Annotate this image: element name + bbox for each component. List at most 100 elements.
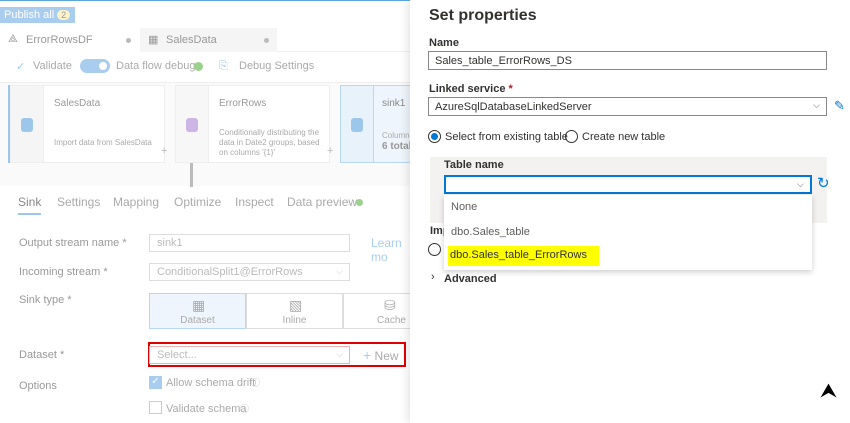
output-stream-label: Output stream name *	[19, 237, 127, 249]
select-value: AzureSqlDatabaseLinkedServer	[435, 101, 592, 113]
tab-salesdata[interactable]: ▦ SalesData	[140, 28, 277, 52]
chevron-right-icon[interactable]: ›	[431, 271, 435, 283]
output-stream-input[interactable]: sink1	[149, 234, 350, 252]
sink-type-label: Sink type *	[19, 294, 72, 306]
name-input[interactable]: Sales_table_ErrorRows_DS	[428, 51, 827, 70]
inline-icon: ▧	[289, 297, 303, 313]
node-title: SalesData	[54, 98, 101, 109]
dataset-select[interactable]: Select... ⌵	[149, 346, 350, 364]
advanced-toggle[interactable]: Advanced	[444, 273, 497, 285]
tab-sink[interactable]: Sink	[18, 195, 42, 215]
table-icon: ▦	[148, 34, 159, 46]
cache-icon: ⛁	[384, 297, 396, 313]
learn-more-link[interactable]: Learn mo	[371, 236, 410, 264]
status-ok-icon	[194, 62, 203, 71]
tab-settings[interactable]: Settings	[57, 195, 100, 209]
highlighted-option: dbo.Sales_table_ErrorRows	[448, 246, 599, 266]
required-marker: *	[508, 83, 513, 95]
node-errorrows[interactable]: ErrorRows Conditionally distributing the …	[208, 85, 330, 163]
select-placeholder: Select...	[157, 349, 197, 361]
name-label: Name	[429, 37, 459, 49]
unsaved-dot	[126, 38, 131, 43]
top-divider	[0, 0, 410, 1]
label: Cache	[377, 315, 406, 326]
tab-optimize[interactable]: Optimize	[174, 195, 221, 209]
label: Inline	[282, 315, 307, 326]
add-icon[interactable]: +	[327, 145, 333, 157]
chevron-down-icon: ⌵	[797, 179, 804, 189]
allow-drift-label: Allow schema drift	[166, 377, 256, 389]
node-desc: Columns	[382, 131, 414, 140]
node-total: 6 total	[382, 141, 412, 152]
option-sales-table-errorrows[interactable]: dbo.Sales_table_ErrorRows	[448, 246, 599, 266]
validate-button[interactable]: Validate	[33, 60, 72, 72]
node-title: sink1	[382, 98, 406, 109]
label: New	[374, 349, 399, 363]
label: Linked service	[429, 83, 506, 95]
refresh-icon[interactable]: ↻	[817, 174, 830, 192]
sink-type-dataset[interactable]: ▦ Dataset	[149, 293, 246, 329]
table-name-label: Table name	[444, 159, 504, 171]
panel-title: Set properties	[429, 7, 537, 24]
select-value: ConditionalSplit1@ErrorRows	[157, 266, 303, 278]
tab-inspect[interactable]: Inspect	[235, 195, 274, 209]
label: Dataset	[180, 315, 215, 326]
debug-settings-button[interactable]: Debug Settings	[239, 60, 314, 72]
chevron-down-icon: ⌵	[336, 266, 343, 276]
sink-type-inline[interactable]: ▧ Inline	[246, 293, 343, 329]
status-dot	[356, 199, 363, 206]
connector-line	[190, 163, 193, 187]
source-icon	[10, 85, 44, 163]
option-none[interactable]: None	[451, 201, 477, 213]
check-icon: ✓	[16, 61, 26, 73]
tab-data-preview[interactable]: Data preview	[287, 195, 357, 209]
dataflow-editor: Publish all 2 ⟁ ErrorRowsDF ▦ SalesData ✓ V…	[0, 0, 440, 423]
debug-label: Data flow debug	[116, 60, 196, 72]
debug-toggle[interactable]	[80, 59, 110, 73]
node-title: ErrorRows	[219, 98, 267, 109]
new-dataset-button[interactable]: + New	[363, 347, 399, 363]
sink-icon	[340, 85, 374, 163]
table-icon: ▦	[192, 297, 206, 313]
options-label: Options	[19, 380, 57, 392]
tab-errorrowsdf[interactable]: ⟁ ErrorRowsDF	[0, 28, 140, 52]
dataflow-icon: ⟁	[8, 33, 18, 45]
tab-label: SalesData	[166, 34, 217, 46]
document-tabs: ⟁ ErrorRowsDF ▦ SalesData	[0, 28, 410, 52]
tab-mapping[interactable]: Mapping	[113, 195, 159, 209]
node-sink1[interactable]: sink1 Columns 6 total	[373, 85, 414, 163]
radio-new-table[interactable]	[565, 130, 578, 143]
incoming-stream-select[interactable]: ConditionalSplit1@ErrorRows ⌵	[149, 263, 350, 281]
set-properties-panel: Set properties Name Sales_table_ErrorRow…	[410, 0, 850, 423]
option-sales-table[interactable]: dbo.Sales_table	[451, 226, 530, 238]
dataset-label: Dataset *	[19, 349, 65, 361]
plus-icon: +	[363, 347, 372, 363]
chevron-down-icon: ⌵	[813, 100, 820, 110]
validate-schema-checkbox[interactable]	[149, 401, 162, 414]
publish-label: Publish all	[4, 9, 55, 21]
table-name-dropdown: None dbo.Sales_table dbo.Sales_table_Err…	[444, 195, 812, 270]
edit-pencil-icon[interactable]: ✎	[834, 98, 845, 114]
node-salesdata[interactable]: SalesData Import data from SalesData	[43, 85, 165, 163]
table-name-select[interactable]: ⌵	[444, 175, 812, 194]
debug-settings-icon: ⎘	[219, 60, 228, 72]
add-icon[interactable]: +	[161, 145, 167, 157]
publish-all-button[interactable]: Publish all 2	[0, 7, 75, 23]
radio-new-label: Create new table	[582, 131, 666, 143]
linked-service-label: Linked service *	[429, 83, 513, 95]
toolbar: ✓ Validate Data flow debug ⎘ Debug Setti…	[0, 55, 410, 79]
import-radio[interactable]	[428, 243, 441, 256]
allow-drift-checkbox[interactable]: ✓	[149, 376, 162, 389]
linked-service-select[interactable]: AzureSqlDatabaseLinkedServer ⌵	[428, 97, 827, 116]
dataflow-canvas: SalesData Import data from SalesData + Er…	[0, 82, 414, 187]
radio-existing-table[interactable]	[428, 130, 441, 143]
unsaved-dot	[264, 38, 269, 43]
radio-existing-label: Select from existing table	[445, 131, 568, 143]
mouse-cursor-icon: ⮝	[820, 380, 837, 402]
split-icon	[175, 85, 209, 163]
info-icon[interactable]: ⓘ	[251, 376, 260, 389]
tab-label: ErrorRowsDF	[26, 34, 93, 46]
incoming-stream-label: Incoming stream *	[19, 266, 108, 278]
chevron-down-icon: ⌵	[336, 349, 343, 359]
info-icon[interactable]: ⓘ	[240, 402, 249, 415]
